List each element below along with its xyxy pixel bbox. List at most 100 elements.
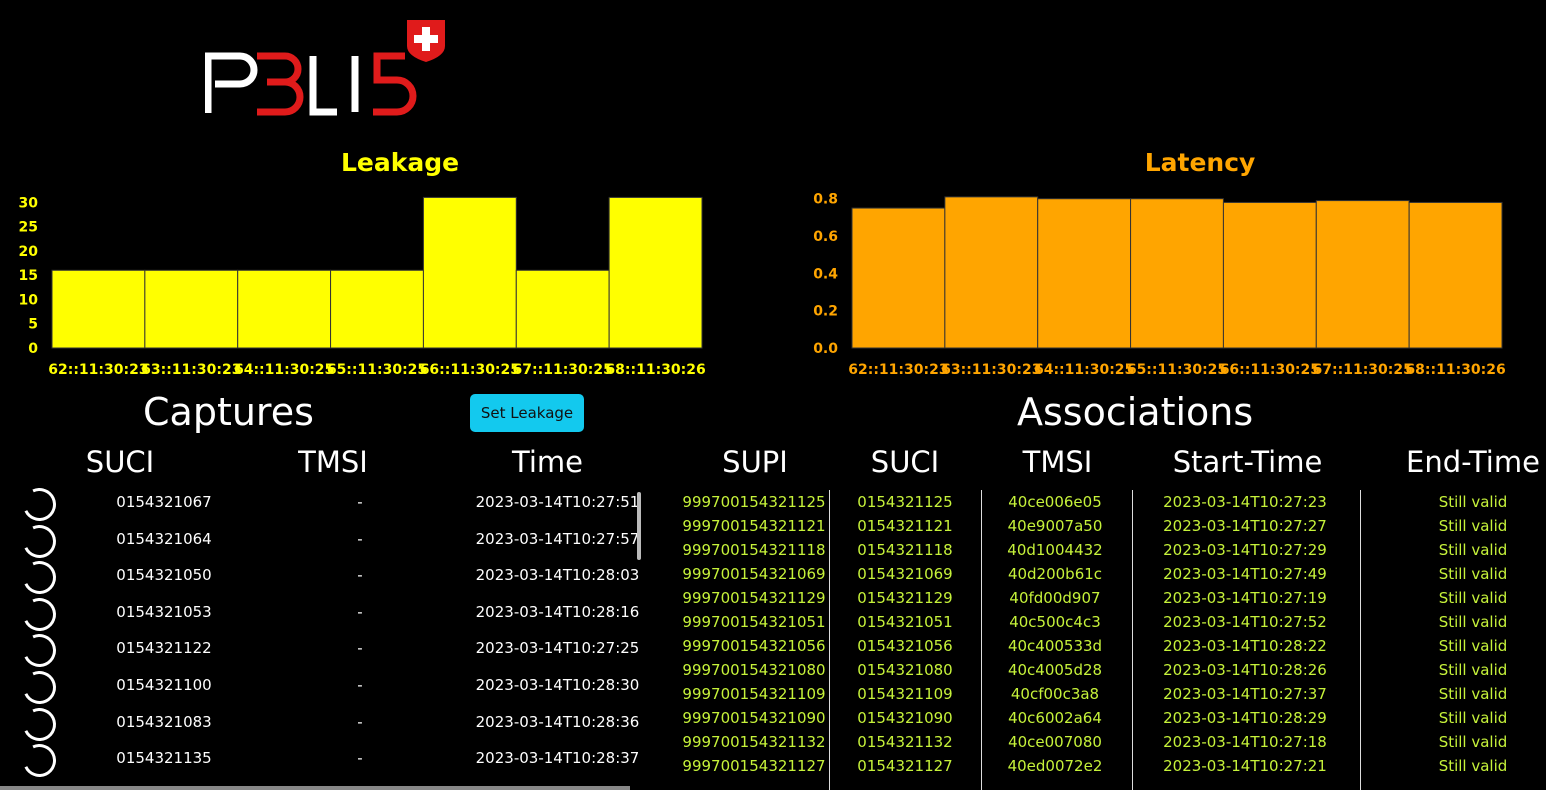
y-tick-label: 25 — [19, 220, 38, 236]
y-tick-label: 0.2 — [813, 304, 838, 320]
suci-cell: 0154321080 — [857, 661, 953, 679]
associations-list[interactable]: 999700154321125 0154321125 40ce006e05 2023-… — [670, 490, 1546, 790]
supi-cell: 999700154321121 — [682, 517, 826, 535]
start-time-cell: 2023-03-14T10:27:37 — [1163, 685, 1327, 703]
end-time-cell: Still valid — [1438, 541, 1508, 559]
table-row[interactable]: 999700154321080 0154321080 40c4005d28 2023-… — [670, 658, 1546, 682]
suci-cell: 0154321125 — [857, 493, 953, 511]
loading-spinner-icon — [18, 629, 61, 673]
start-time-cell: 2023-03-14T10:27:52 — [1163, 613, 1327, 631]
assoc-header-suci: SUCI — [870, 445, 940, 479]
captures-horizontal-scrollbar[interactable] — [0, 786, 630, 790]
table-row[interactable]: 0154321064 - 2023-03-14T10:27:57 — [0, 519, 645, 563]
start-time-cell: 2023-03-14T10:27:49 — [1163, 565, 1327, 583]
swiss-flag-icon — [407, 20, 445, 62]
bar — [1037, 198, 1132, 349]
table-row[interactable]: 999700154321090 0154321090 40c6002a64 2023-… — [670, 706, 1546, 730]
y-tick-label: 15 — [19, 268, 38, 284]
suci-cell: 0154321067 — [116, 493, 212, 511]
table-row[interactable]: 999700154321069 0154321069 40d200b61c 2023-… — [670, 562, 1546, 586]
table-row[interactable]: 0154321083 - 2023-03-14T10:28:36 — [0, 702, 645, 746]
loading-spinner-icon — [18, 556, 61, 599]
loading-spinner-icon — [18, 484, 61, 526]
p3li5-logo — [205, 20, 445, 116]
loading-spinner-icon — [18, 666, 61, 709]
suci-cell: 0154321050 — [116, 566, 212, 585]
end-time-cell: Still valid — [1438, 733, 1508, 751]
time-cell: 2023-03-14T10:28:37 — [475, 749, 640, 768]
supi-cell: 999700154321109 — [682, 685, 826, 703]
suci-cell: 0154321056 — [857, 637, 953, 655]
tmsi-cell: 40cf00c3a8 — [1010, 685, 1100, 703]
y-tick-label: 30 — [19, 195, 39, 211]
table-row[interactable]: 0154321100 - 2023-03-14T10:28:30 — [0, 666, 645, 709]
bar — [515, 269, 610, 349]
suci-cell: 0154321100 — [116, 675, 212, 694]
table-row[interactable]: 999700154321109 0154321109 40cf00c3a8 2023-… — [670, 682, 1546, 706]
captures-scrollbar[interactable] — [637, 492, 641, 560]
tmsi-cell: - — [357, 566, 363, 585]
supi-cell: 999700154321127 — [682, 757, 826, 775]
suci-cell: 0154321122 — [116, 639, 212, 658]
tmsi-cell: - — [357, 493, 363, 511]
set-leakage-button[interactable]: Set Leakage — [470, 394, 584, 432]
captures-title: Captures — [143, 390, 314, 434]
end-time-cell: Still valid — [1438, 613, 1508, 631]
tmsi-cell: - — [357, 749, 363, 768]
x-tick-label: 62::11:30:23 — [48, 362, 148, 378]
time-cell: 2023-03-14T10:28:36 — [475, 712, 640, 731]
bar — [851, 207, 946, 349]
end-time-cell: Still valid — [1438, 565, 1508, 583]
table-row[interactable]: 0154321053 - 2023-03-14T10:28:16 — [0, 593, 645, 636]
leakage-chart: 0 5 10 15 20 25 3062::11:30:2363::11:30:2364::… — [19, 195, 706, 378]
time-cell: 2023-03-14T10:28:16 — [475, 602, 640, 621]
bar — [422, 196, 517, 349]
assoc-header-start-time: Start-Time — [1172, 445, 1323, 479]
supi-cell: 999700154321080 — [682, 661, 826, 679]
table-row[interactable]: 0154321135 - 2023-03-14T10:28:37 — [0, 739, 645, 782]
tmsi-cell: 40ce007080 — [1008, 733, 1102, 751]
supi-cell: 999700154321051 — [682, 613, 826, 631]
suci-cell: 0154321083 — [116, 712, 212, 731]
captures-list[interactable]: 0154321067 - 2023-03-14T10:27:51 0154321064… — [0, 484, 645, 790]
table-row[interactable]: 999700154321129 0154321129 40fd00d907 2023-… — [670, 586, 1546, 610]
end-time-cell: Still valid — [1438, 517, 1508, 535]
table-row[interactable]: 999700154321125 0154321125 40ce006e05 2023-… — [670, 490, 1546, 514]
tmsi-cell: 40c400533d — [1007, 637, 1103, 655]
x-tick-label: 63::11:30:23 — [941, 362, 1041, 378]
table-row[interactable]: 0154321067 - 2023-03-14T10:27:51 — [0, 484, 645, 526]
table-row[interactable]: 999700154321121 0154321121 40e9007a50 2023-… — [670, 514, 1546, 538]
latency-chart-title: Latency — [1144, 148, 1256, 177]
table-row[interactable]: 999700154321118 0154321118 40d1004432 2023-… — [670, 538, 1546, 562]
x-tick-label: 65::11:30:25 — [1127, 362, 1227, 378]
assoc-header-supi: SUPI — [722, 445, 788, 479]
bar — [51, 269, 146, 349]
time-cell: 2023-03-14T10:27:57 — [475, 529, 640, 548]
x-tick-label: 64::11:30:25 — [234, 362, 334, 378]
table-row[interactable]: 999700154321051 0154321051 40c500c4c3 2023-… — [670, 610, 1546, 634]
captures-header-tmsi: TMSI — [298, 445, 368, 479]
table-row[interactable]: 0154321122 - 2023-03-14T10:27:25 — [0, 629, 645, 673]
captures-header-suci: SUCI — [85, 445, 155, 479]
latency-chart: 0.00.20.40.60.862::11:30:2363::11:30:236… — [813, 192, 1506, 378]
time-cell: 2023-03-14T10:27:51 — [475, 493, 640, 511]
time-cell: 2023-03-14T10:27:25 — [475, 639, 640, 658]
start-time-cell: 2023-03-14T10:28:26 — [1163, 661, 1327, 679]
tmsi-cell: 40ce006e05 — [1008, 493, 1102, 511]
time-cell: 2023-03-14T10:28:03 — [475, 566, 640, 585]
end-time-cell: Still valid — [1438, 493, 1508, 511]
table-row[interactable]: 0154321050 - 2023-03-14T10:28:03 — [0, 556, 645, 599]
tmsi-cell: - — [357, 675, 363, 694]
tmsi-cell: - — [357, 639, 363, 658]
loading-spinner-icon — [18, 519, 61, 563]
loading-spinner-icon — [18, 739, 61, 782]
x-tick-label: 67::11:30:25 — [513, 362, 613, 378]
table-row[interactable]: 999700154321056 0154321056 40c400533d 2023-… — [670, 634, 1546, 658]
table-row[interactable]: 999700154321127 0154321127 40ed0072e2 2023-… — [670, 754, 1546, 778]
supi-cell: 999700154321069 — [682, 565, 826, 583]
start-time-cell: 2023-03-14T10:27:18 — [1163, 733, 1327, 751]
y-tick-label: 0 — [28, 341, 38, 357]
table-row[interactable]: 999700154321132 0154321132 40ce007080 2023-… — [670, 730, 1546, 754]
tmsi-cell: 40c500c4c3 — [1009, 613, 1101, 631]
suci-cell: 0154321135 — [116, 749, 212, 768]
